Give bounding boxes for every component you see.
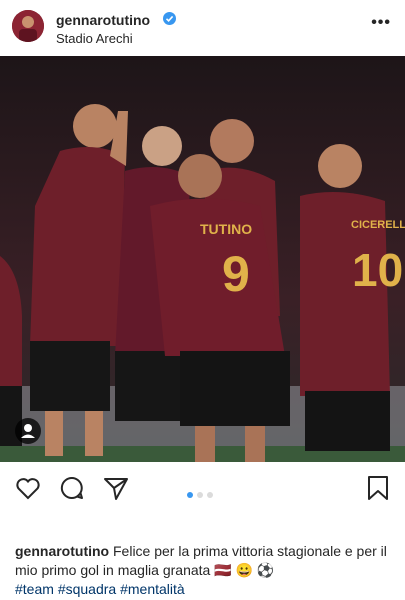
comment-icon[interactable] [58,474,86,502]
avatar[interactable] [12,10,44,42]
post-caption: gennarotutino Felice per la prima vittor… [15,542,395,599]
share-icon[interactable] [102,474,130,502]
jersey-number-cicerelli: 10 [352,244,403,296]
carousel-indicator [187,485,217,503]
caption-username[interactable]: gennarotutino [15,543,109,559]
bookmark-icon[interactable] [364,474,392,502]
jersey-name-cicerelli: CICERELLI [351,219,405,231]
action-bar [0,466,405,510]
jersey-name-tutino: TUTINO [200,221,252,237]
carousel-dot [187,492,193,498]
verified-badge-icon [163,12,176,25]
carousel-dot [207,492,213,498]
heart-icon[interactable] [14,474,42,502]
hashtag[interactable]: #mentalità [120,581,185,597]
hashtag[interactable]: #squadra [58,581,116,597]
post-header: gennarotutino Stadio Arechi ••• [0,0,405,56]
post-photo[interactable]: TUTINO 9 CICERELLI 10 [0,56,405,462]
jersey-number-tutino: 9 [222,246,250,302]
more-options-icon[interactable]: ••• [371,14,391,32]
hashtag[interactable]: #team [15,581,54,597]
post-username[interactable]: gennarotutino [56,12,150,28]
carousel-dot [197,492,203,498]
post-location[interactable]: Stadio Arechi [56,31,133,46]
user-tag-icon[interactable] [15,418,41,444]
